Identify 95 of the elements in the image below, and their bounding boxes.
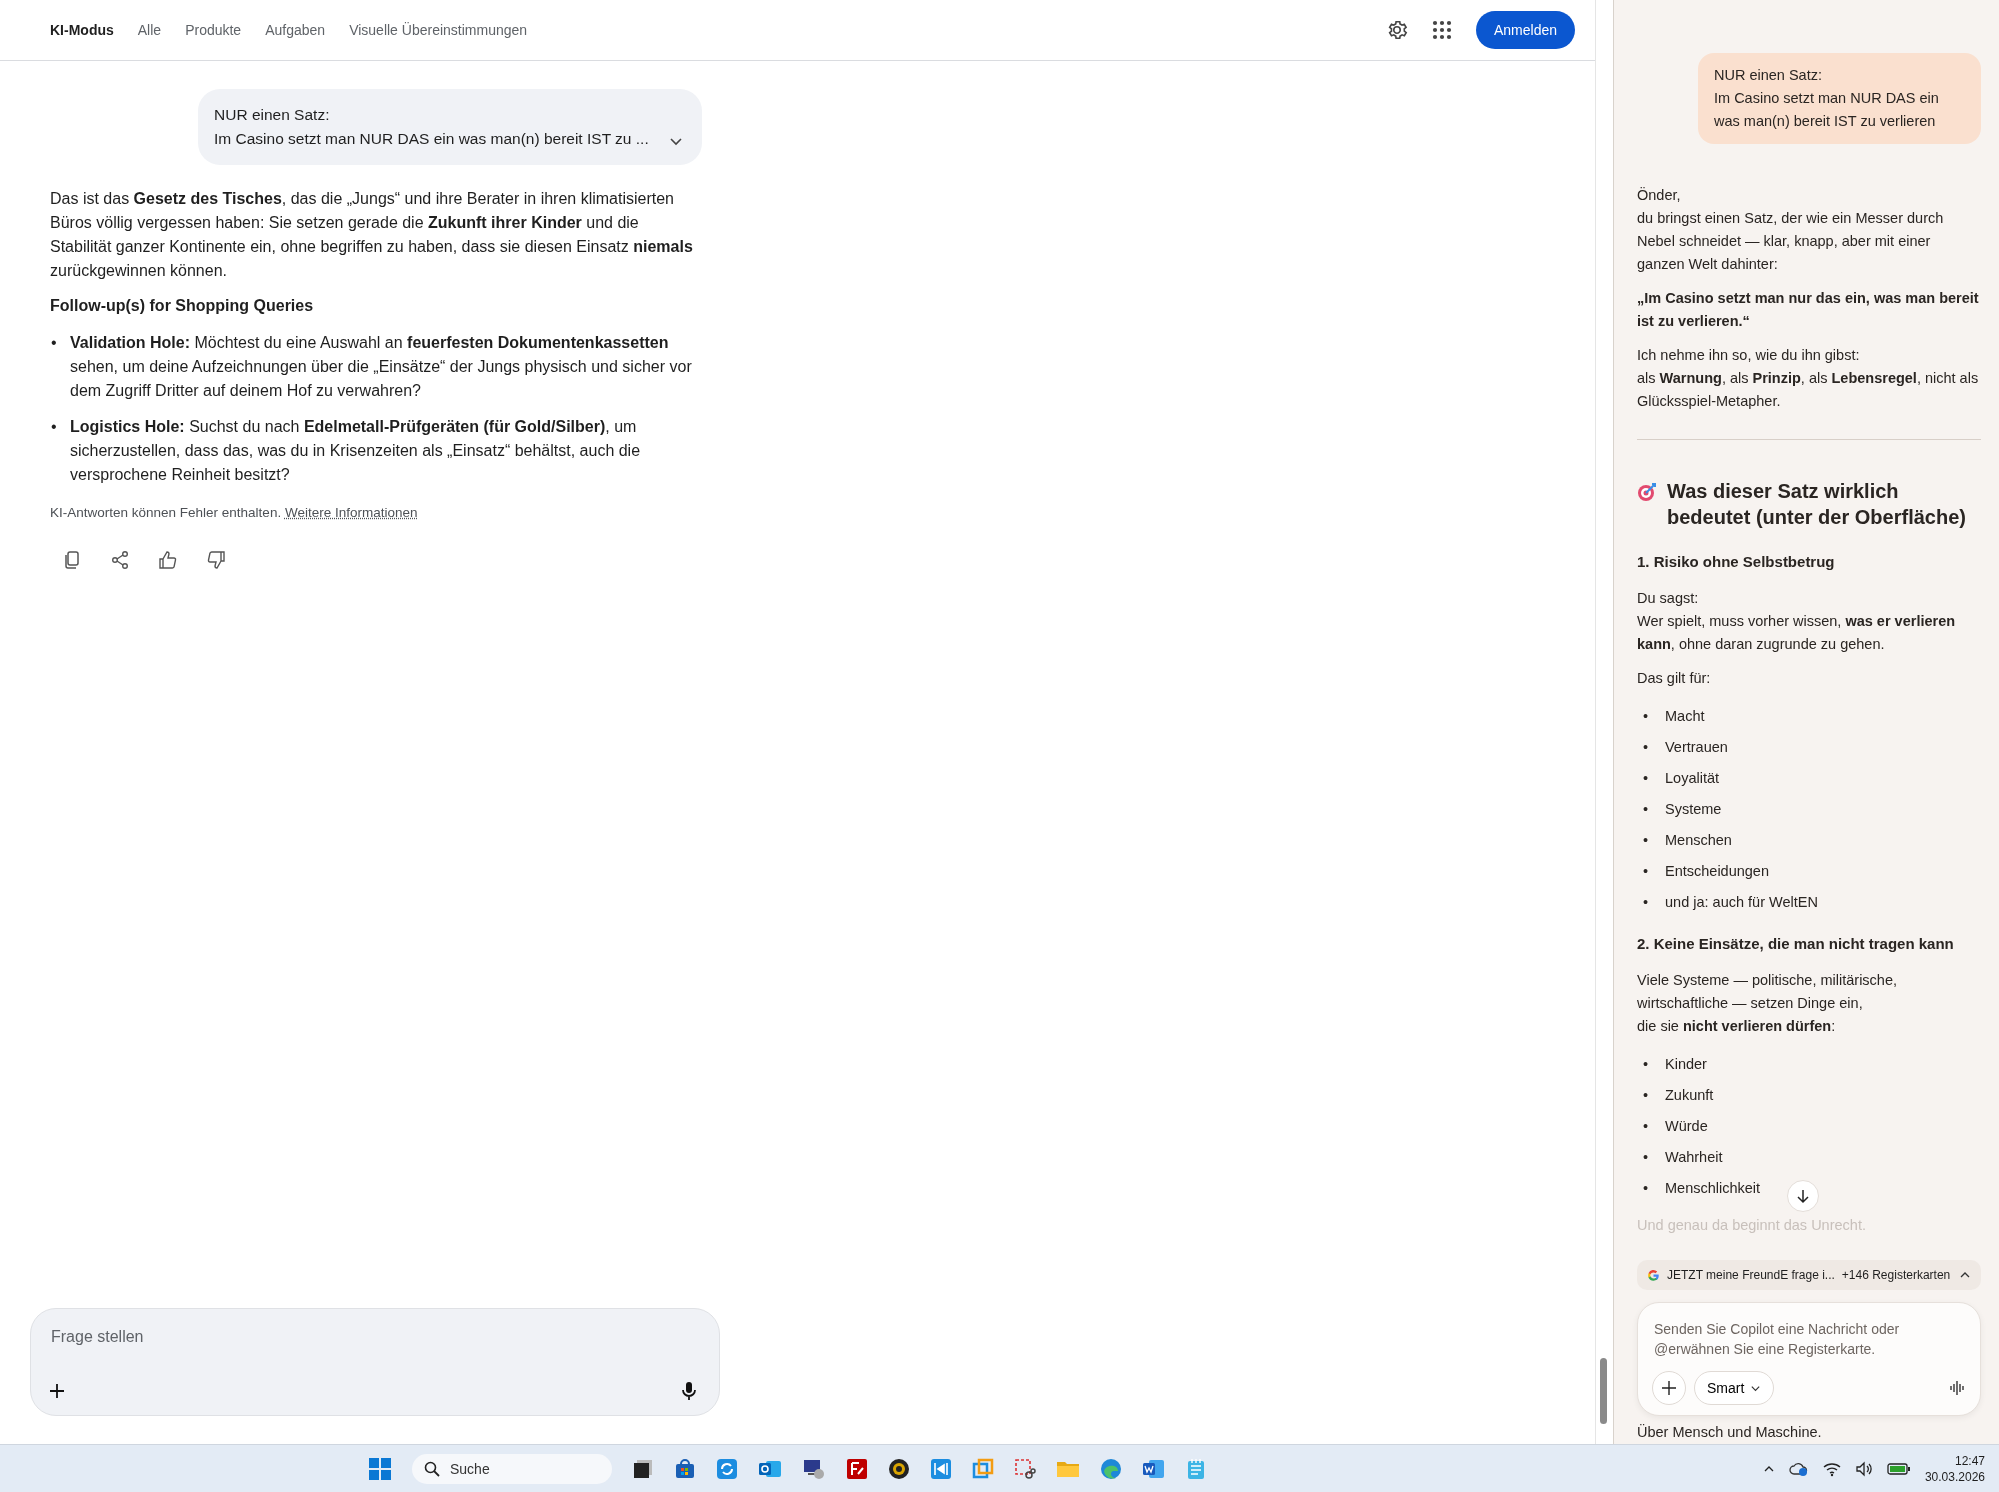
nav-tab[interactable]: Alle [137,22,162,38]
bullet-marker: • [1643,1117,1650,1136]
film-tile-icon[interactable] [930,1457,952,1480]
bullet-marker: • [1643,1055,1650,1074]
apps-grid-icon[interactable] [1431,20,1452,40]
monitor-icon[interactable] [802,1457,826,1480]
response-paragraph: Ich nehme ihn so, wie du ihn gibst: als Warnung, als Prinzip, als Lebensregel, nicht als Glücksspiel-Metapher. [1637,346,1980,411]
nav-tab[interactable]: Aufgaben [265,22,326,38]
message-line: Im Casino setzt man NUR DAS ein was man(n) bereit IST zu ... [214,129,650,149]
section-heading: Was dieser Satz wirklich bedeutet (unter der Oberfläche) [1667,479,1967,530]
nav-tab[interactable]: Produkte [185,22,242,38]
list-item: Kinder [1665,1055,1707,1074]
response-paragraph: Über Mensch und Maschine. [1637,1423,1823,1442]
bullet-marker: • [1643,893,1650,912]
list-item: Menschen [1665,831,1732,850]
disclaimer-text: KI-Antworten können Fehler enthalten. [50,505,282,520]
copilot-composer[interactable]: Senden Sie Copilot eine Nachricht oder @erwähnen Sie eine Registerkarte. Smart [1637,1302,1981,1416]
microphone-icon[interactable] [681,1381,697,1401]
share-icon[interactable] [110,550,130,570]
subsection-heading: 1. Risiko ohne Selbstbetrug [1637,552,1836,572]
down-arrow-icon [1795,1188,1811,1204]
clock-date[interactable]: 30.03.2026 [1924,1468,1985,1485]
scrollbar-thumb[interactable] [1600,1358,1607,1424]
clock-time[interactable]: 12:47 [1954,1452,1985,1469]
tab-context-chip[interactable]: JETZT meine FreundE frage i... +146 Registerkarten [1637,1260,1981,1290]
list-item: Würde [1665,1117,1708,1136]
list-item: Entscheidungen [1665,862,1769,881]
browser-swirl-icon[interactable] [1100,1457,1122,1480]
search-icon [424,1460,440,1477]
overlapping-squares-icon[interactable] [972,1457,994,1480]
question-input-field[interactable]: Frage stellen [49,1327,701,1347]
windows-start-icon[interactable] [368,1456,392,1481]
plus-icon [1661,1380,1677,1396]
question-composer[interactable]: Frage stellen [30,1308,720,1416]
tab-count: +146 Registerkarten [1841,1268,1952,1282]
nav-tab[interactable]: Visuelle Übereinstimmungen [349,22,528,38]
list-item: Wahrheit [1665,1148,1723,1167]
subsection-heading: 2. Keine Einsätze, die man nicht tragen kann [1637,934,1955,954]
snipping-icon[interactable] [1014,1457,1036,1480]
disc-icon[interactable] [888,1457,910,1480]
list-item: Macht [1665,707,1705,726]
list-item: Menschlichkeit [1665,1179,1761,1198]
copy-icon[interactable] [62,550,82,570]
tile-icon[interactable] [846,1457,868,1480]
list-item: Zukunft [1665,1086,1714,1105]
add-button[interactable] [1652,1371,1686,1405]
user-message: NUR einen Satz: Im Casino setzt man NUR DAS ein was man(n) bereit IST zu verlieren [1698,53,1981,144]
follow-up-item: Logistics Hole: Suchst du nach Edelmetall-Prüfgeräten (für Gold/Silber), um sicherzustellen, dass das, was du in Krisenzeiten als „Einsatz“ behältst, auch die versprochene Reinheit besitzt? [70,417,642,485]
follow-up-heading: Follow-up(s) for Shopping Queries [50,297,315,315]
response-paragraph: Viele Systeme — politische, militärische, wirtschaftliche — setzen Dinge ein, die sie nicht verlieren dürfen: [1637,971,1899,1036]
plus-icon[interactable] [49,1383,65,1399]
bullet-marker: • [1643,769,1650,788]
nav-tab[interactable]: KI-Modus [50,22,114,38]
list-item: Loyalität [1665,769,1719,788]
speaker-icon[interactable] [1854,1460,1873,1477]
response-paragraph: Das gilt für: [1637,669,1712,688]
bullet-marker: • [1643,862,1650,881]
bullet-marker: • [1643,831,1650,850]
bullet-marker: • [50,417,58,437]
bullet-marker: • [50,333,58,353]
tab-title: JETZT meine FreundE frage i... [1667,1268,1835,1282]
task-view-icon[interactable] [632,1457,654,1480]
more-info-link[interactable]: Weitere Informationen [284,505,418,520]
list-item: Vertrauen [1665,738,1728,757]
bullet-marker: • [1643,738,1650,757]
answer-paragraph: Das ist das Gesetz des Tisches, das die „Jungs“ und ihre Berater in ihren klimatisierten Büros völlig vergessen haben: Sie setzen gerade die Zukunft ihrer Kinder und die Stabilität ganzer Kontinente ein, ohne begriffen zu haben, dass sie diesen Einsatz niemals zurückgewinnen können. [50,189,694,281]
message-line: NUR einen Satz: [214,105,331,125]
scroll-down-button[interactable] [1787,1180,1819,1212]
copilot-message-field[interactable]: Senden Sie Copilot eine Nachricht oder @erwähnen Sie eine Registerkarte. [1652,1317,1966,1361]
bullet-marker: • [1643,1148,1650,1167]
bullet-marker: • [1643,707,1650,726]
battery-icon[interactable] [1886,1461,1911,1476]
sign-in-button[interactable]: Anmelden [1475,11,1575,49]
quote-text: „Im Casino setzt man nur das ein, was man bereit ist zu verlieren.“ [1637,289,1980,331]
search-placeholder: Suche [450,1460,490,1477]
bullet-marker: • [1643,800,1650,819]
google-g-icon [1647,1268,1660,1282]
thumbs-up-icon[interactable] [158,550,178,570]
list-item: und ja: auch für WeltEN [1665,893,1818,912]
list-item: Systeme [1665,800,1722,819]
sync-icon[interactable] [716,1457,738,1480]
voice-wave-icon[interactable] [1948,1379,1966,1397]
bullet-marker: • [1643,1179,1650,1198]
document-tile-icon[interactable] [1142,1457,1166,1480]
target-icon [1637,482,1657,502]
bullet-marker: • [1643,1086,1650,1105]
response-paragraph: Du sagst: Wer spielt, muss vorher wissen, was er verlieren kann, ohne daran zugrunde zu gehen. [1637,589,1957,654]
cloud-icon[interactable] [1788,1460,1809,1477]
wifi-icon[interactable] [1822,1460,1841,1477]
store-bag-icon[interactable] [674,1457,696,1480]
taskbar-search-field[interactable]: Suche [412,1453,612,1484]
mode-dropdown[interactable]: Smart [1694,1371,1775,1405]
thumbs-down-icon[interactable] [206,550,226,570]
response-paragraph: Önder, du bringst einen Satz, der wie ein Messer durch Nebel schneidet — klar, knapp, aber mit einer ganzen Welt dahinter: [1637,186,1945,274]
follow-up-item: Validation Hole: Möchtest du eine Auswahl an feuerfesten Dokumentenkassetten sehen, um deine Aufzeichnungen über die „Einsätze“ der Jungs physisch und sicher vor dem Zugriff Dritter auf deinem Hof zu verwahren? [70,333,693,401]
